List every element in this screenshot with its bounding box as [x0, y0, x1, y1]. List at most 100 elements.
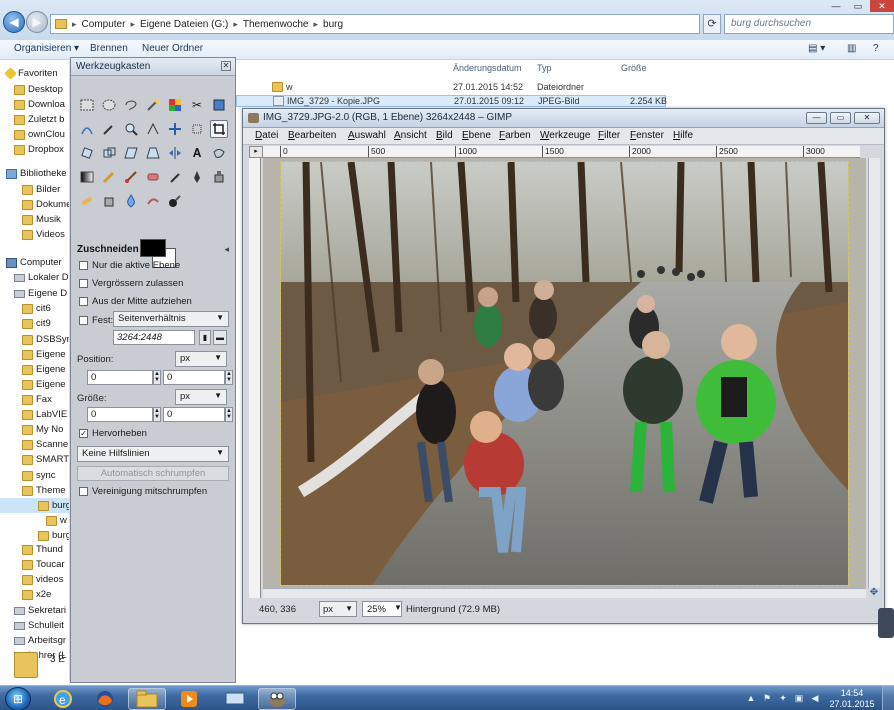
ellipse-select-icon[interactable] [100, 96, 118, 114]
nav-item-burg[interactable]: burg [0, 498, 69, 513]
perspective-icon[interactable] [144, 144, 162, 162]
menu-werkzeuge[interactable]: Werkzeuge [540, 130, 590, 141]
measure-icon[interactable] [144, 120, 162, 138]
zoom-icon[interactable] [122, 120, 140, 138]
allow-grow-checkbox[interactable]: Vergrössern zulassen [79, 278, 183, 289]
paintbrush-icon[interactable] [122, 168, 140, 186]
menu-farben[interactable]: Farben [499, 130, 531, 141]
close-button[interactable]: ✕ [870, 0, 894, 12]
horizontal-scrollbar[interactable] [263, 588, 866, 598]
organize-button[interactable]: Organisieren ▾ [14, 43, 79, 54]
security-icon[interactable]: ⚑ [762, 693, 772, 703]
file-row[interactable]: IMG_3729 - Kopie.JPG 27.01.2015 09:12 JP… [236, 95, 667, 107]
firefox-icon[interactable] [86, 688, 124, 710]
preview-pane-icon[interactable]: ▥ [847, 43, 856, 54]
menu-hilfe[interactable]: Hilfe [673, 130, 693, 141]
pencil-icon[interactable] [100, 168, 118, 186]
smudge-icon[interactable] [144, 192, 162, 210]
nav-item-eigene[interactable]: Eigene [22, 377, 66, 392]
highlight-checkbox[interactable]: ✓ Hervorheben [79, 428, 147, 439]
nav-item-dropbox[interactable]: Dropbox [14, 142, 64, 157]
nav-item-musik[interactable]: Musik [22, 212, 61, 227]
nav-item-my-no[interactable]: My No [22, 422, 63, 437]
ratio-input[interactable]: 3264:2448 [113, 330, 195, 345]
eraser-icon[interactable] [144, 168, 162, 186]
perspective-clone-icon[interactable] [100, 192, 118, 210]
photo[interactable] [280, 161, 849, 586]
size-unit-select[interactable]: px ▼ [175, 389, 227, 405]
nav-item-videos[interactable]: Videos [22, 227, 65, 242]
paths-icon[interactable] [78, 120, 96, 138]
rect-select-icon[interactable] [78, 96, 96, 114]
image-canvas[interactable] [263, 158, 866, 588]
flip-icon[interactable] [166, 144, 184, 162]
nav-item-theme[interactable]: Theme [22, 483, 66, 498]
minimize-button[interactable]: — [806, 112, 827, 124]
portrait-icon[interactable]: ▮ [199, 330, 211, 345]
volume-icon[interactable]: ◀ [810, 693, 820, 703]
nav-item-dokume[interactable]: Dokume [22, 197, 69, 212]
nav-item-lokaler-d[interactable]: Lokaler D [14, 270, 69, 285]
nav-item-bilder[interactable]: Bilder [22, 182, 60, 197]
size-height-input[interactable]: 0 [163, 407, 225, 422]
blend-icon[interactable] [78, 168, 96, 186]
ink-icon[interactable] [188, 168, 206, 186]
quick-mask-toggle[interactable]: ▸ [249, 146, 263, 158]
fuzzy-select-icon[interactable] [144, 96, 162, 114]
start-button[interactable]: ⊞ [5, 687, 31, 710]
nav-item-desktop[interactable]: Desktop [14, 82, 63, 97]
nav-item-schulleit[interactable]: Schulleit [14, 618, 64, 633]
expand-center-checkbox[interactable]: Aus der Mitte aufziehen [79, 296, 192, 307]
auto-shrink-button[interactable]: Automatisch schrumpfen [77, 466, 229, 481]
nav-item-arbeitsgr[interactable]: Arbeitsgr [14, 633, 66, 648]
media-player-icon[interactable] [170, 688, 208, 710]
color-picker-icon[interactable] [100, 120, 118, 138]
heal-icon[interactable] [78, 192, 96, 210]
nav-item-x2e[interactable]: x2e [22, 587, 51, 602]
nav-item-labvie[interactable]: LabVIE [22, 407, 67, 422]
breadcrumb-themenwoche[interactable]: Themenwoche [243, 19, 309, 30]
menu-filter[interactable]: Filter [598, 130, 620, 141]
nav-item-zuletzt-b[interactable]: Zuletzt b [14, 112, 64, 127]
nav-item-dsbsyn[interactable]: DSBSyn [22, 332, 69, 347]
nav-item-eigene[interactable]: Eigene [22, 362, 66, 377]
column-type[interactable]: Typ [537, 63, 552, 73]
burn-button[interactable]: Brennen [90, 43, 128, 54]
select-by-color-icon[interactable] [166, 96, 184, 114]
nav-item-videos[interactable]: videos [22, 572, 63, 587]
menu-auswahl[interactable]: Auswahl [348, 130, 386, 141]
position-y-input[interactable]: 0 [163, 370, 225, 385]
close-button[interactable]: ✕ [854, 112, 880, 124]
foreground-color-swatch[interactable] [140, 239, 166, 257]
nav-item-burg[interactable]: burg [38, 528, 69, 543]
menu-bild[interactable]: Bild [436, 130, 453, 141]
search-input[interactable]: burg durchsuchen [724, 14, 894, 34]
position-unit-select[interactable]: px ▼ [175, 351, 227, 367]
breadcrumb-burg[interactable]: burg [323, 19, 343, 30]
nav-item-bibliotheke[interactable]: Bibliotheke [6, 166, 66, 181]
menu-bearbeiten[interactable]: Bearbeiten [288, 130, 336, 141]
dodge-burn-icon[interactable] [166, 192, 184, 210]
nav-item-sync[interactable]: sync [22, 468, 56, 483]
size-width-input[interactable]: 0 [87, 407, 153, 422]
nav-item-sekretari[interactable]: Sekretari [14, 603, 66, 618]
crop-icon[interactable] [210, 120, 228, 138]
stepper-icon[interactable]: ▲ ▼ [153, 370, 161, 385]
forward-button[interactable]: ▶ [26, 11, 48, 33]
gimp-taskbar-icon[interactable] [258, 688, 296, 710]
fixed-checkbox[interactable]: Fest: [79, 315, 113, 326]
nav-item-thund[interactable]: Thund [22, 542, 63, 557]
close-icon[interactable]: ✕ [221, 61, 231, 71]
cage-transform-icon[interactable] [210, 144, 228, 162]
scissors-icon[interactable]: ✂ [188, 96, 206, 114]
landscape-icon[interactable]: ▬ [213, 330, 227, 345]
column-size[interactable]: Größe [621, 63, 647, 73]
nav-item-cit9[interactable]: cit9 [22, 316, 51, 331]
view-options-icon[interactable]: ▤ ▾ [808, 43, 825, 54]
move-icon[interactable] [166, 120, 184, 138]
nav-item-cit6[interactable]: cit6 [22, 301, 51, 316]
breadcrumb-drive[interactable]: Eigene Dateien (G:) [140, 19, 228, 30]
nav-item-eigene-d[interactable]: Eigene D [14, 286, 67, 301]
text-icon[interactable]: 𝐀 [188, 144, 206, 162]
unit-select[interactable]: px ▼ [319, 601, 357, 617]
